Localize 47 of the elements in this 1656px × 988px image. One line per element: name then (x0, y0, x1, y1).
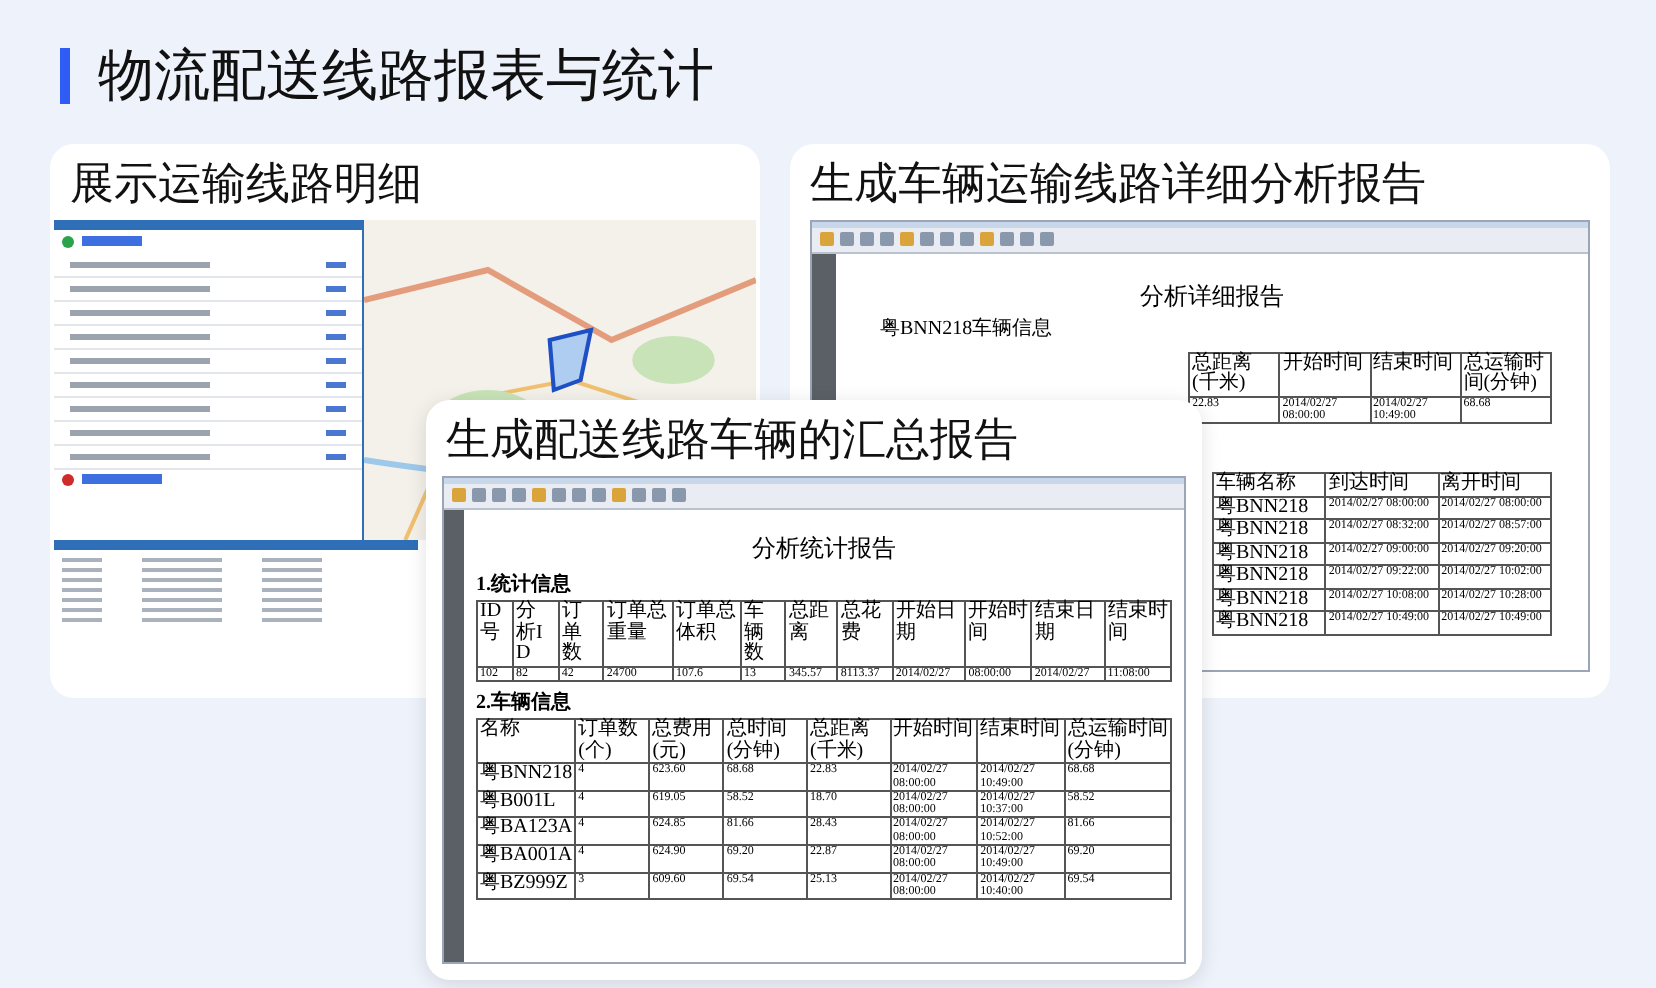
column-header: 离开时间 (1438, 473, 1551, 497)
column-header: 开始日期 (892, 601, 966, 666)
column-header: ID号 (477, 601, 514, 666)
column-header: 结束时间 (977, 719, 1065, 764)
column-header: 车辆名称 (1213, 473, 1326, 497)
table-cell: 粤BNN218 (1213, 588, 1326, 612)
column-header: 车辆数 (740, 601, 786, 666)
section-heading: 2.车辆信息 (476, 691, 573, 717)
card-title: 生成车辆运输线路详细分析报告 (808, 156, 1428, 212)
column-header: 开始时间 (965, 601, 1032, 666)
column-header: 订单总体积 (673, 601, 741, 666)
column-header: 总运输时间(分钟) (1064, 719, 1171, 764)
column-header: 总花费 (837, 601, 893, 666)
report-title: 分析详细报告 (1138, 279, 1286, 313)
table-cell: 粤BNN218 (1213, 519, 1326, 543)
report-subtitle: 粤BNN218车辆信息 (878, 315, 1055, 343)
column-header: 总时间(分钟) (723, 719, 807, 764)
column-header: 结束时间 (1370, 352, 1461, 396)
table-cell: 粤BNN218 (477, 763, 576, 791)
column-header: 订单总重量 (603, 601, 674, 666)
column-header: 订单数 (558, 601, 604, 666)
table-cell: 粤BA123A (477, 817, 576, 846)
column-header: 开始时间 (1279, 352, 1370, 396)
column-header: 总距离 (785, 601, 838, 666)
table-cell: 粤BNN218 (1213, 496, 1326, 520)
table-cell: 粤BNN218 (1213, 611, 1326, 635)
column-header: 订单数(个) (575, 719, 650, 764)
table-cell: 粤BNN218 (1213, 542, 1326, 566)
table-cell: 粤BA001A (477, 845, 576, 873)
column-header: 总费用(元) (649, 719, 724, 764)
column-header: 总距离(千米) (1189, 352, 1280, 396)
report-title: 分析统计报告 (750, 533, 898, 563)
column-header: 开始时间 (890, 719, 978, 764)
column-header: 到达时间 (1325, 473, 1439, 497)
table-cell: 粤BZ999Z (477, 872, 576, 900)
accent-bar (60, 48, 70, 104)
column-header: 名称 (477, 719, 576, 764)
section-heading: 1.统计信息 (476, 573, 573, 598)
page-title: 物流配送线路报表与统计 (98, 48, 714, 104)
column-header: 总距离(千米) (806, 719, 891, 764)
column-header: 总运输时间(分钟) (1460, 352, 1551, 396)
table-cell: 粤B001L (477, 790, 576, 818)
column-header: 结束时间 (1104, 601, 1171, 666)
card-title: 展示运输线路明细 (68, 156, 424, 212)
column-header: 结束日期 (1031, 601, 1105, 666)
table-cell: 粤BNN218 (1213, 565, 1326, 589)
column-header: 分析ID (513, 601, 559, 666)
